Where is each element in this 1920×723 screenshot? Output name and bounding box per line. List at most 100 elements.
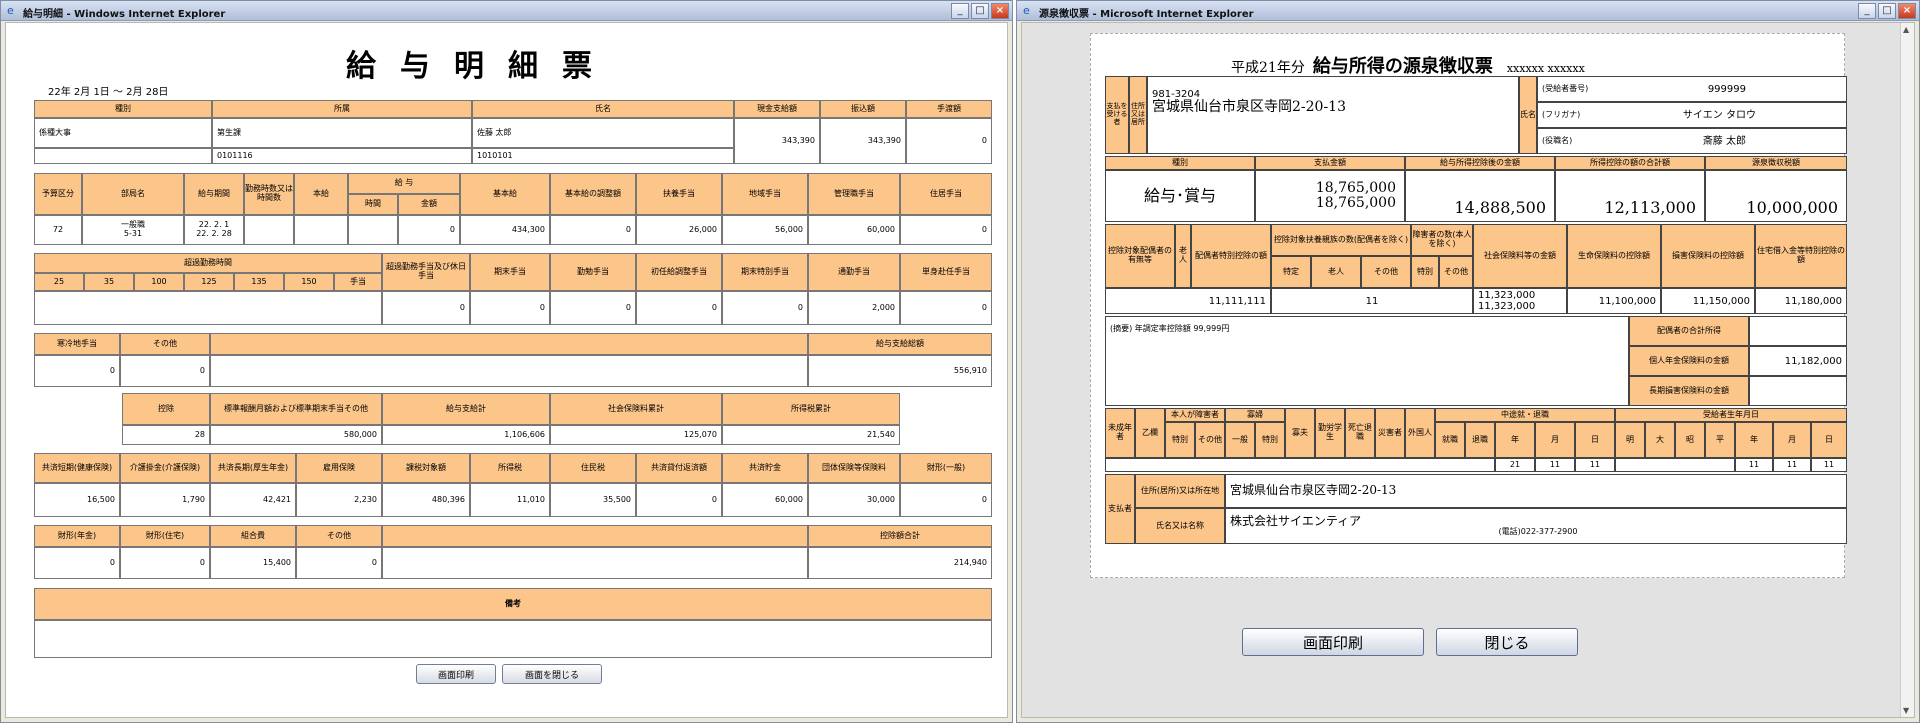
header-cell: 125 [184,273,234,291]
value-cell [210,355,808,387]
value-cell: 343,390 [734,118,820,164]
value-cell: 556,910 [808,355,992,387]
address-label: 住所又は居所 [1129,76,1147,154]
value-cell: 26,000 [636,215,722,245]
flag-sub-header: その他 [1195,422,1225,458]
print-button[interactable]: 画面印刷 [1242,628,1424,656]
remarks-header: 備考 [34,588,992,620]
value-cell: 1,790 [120,483,210,517]
flag-sub-header: 日 [1575,422,1615,458]
header-cell: 35 [84,273,134,291]
payee-address-box: 981-3204 宮城県仙台市泉区寺岡2-20-13 [1147,76,1519,154]
header-cell [382,525,808,547]
dep-header: 控除対象配偶者の有無等 [1105,224,1175,288]
value-cell [294,215,348,245]
header-cell: 控除 [122,393,210,425]
scroll-up-icon[interactable]: ▲ [1903,25,1909,34]
header-cell: 勤務時数又は時間数 [244,173,294,215]
amount-header: 種別 [1105,156,1255,170]
payer-phone: (電話)022-377-2900 [1498,527,1578,537]
form-name: 給与所得の源泉徴収票 [1312,56,1493,77]
header-cell: 社会保険料累計 [550,393,722,425]
header-cell: 勤勉手当 [550,253,636,291]
deduction-total: 12,113,000 [1555,170,1705,222]
value-cell: 0 [636,291,722,325]
value-cell: 56,000 [722,215,808,245]
dep-header: 社会保険料等の金額 [1473,224,1567,288]
dep-header: 障害者の数(本人を除く) [1411,224,1473,256]
flag-sub-header: 特別 [1255,422,1285,458]
flag-value: 11 [1773,458,1811,472]
maximize-button[interactable]: □ [1878,3,1896,19]
value-cell: 343,390 [820,118,906,164]
recipient-number-row: (受給者番号) 999999 [1537,76,1847,102]
earthquake-insurance-amount: 11,150,000 [1661,288,1755,314]
flag-value: 21 [1495,458,1535,472]
header-cell: 標準報酬月額および標準期末手当その他 [210,393,382,425]
vertical-scrollbar[interactable]: ▲ ▼ [1900,23,1914,717]
header-cell: 組合費 [210,525,296,547]
maximize-button[interactable]: □ [971,3,989,19]
header-cell: 超過勤務手当及び休日手当 [382,253,470,291]
flag-value: 11 [1535,458,1575,472]
header-cell: 150 [284,273,334,291]
flag-value [1615,458,1735,472]
header-cell: 25 [34,273,84,291]
social-insurance-box: 11,323,000 11,323,000 [1473,288,1567,314]
dep-header: 老人 [1175,224,1191,288]
close-screen-button[interactable]: 画面を閉じる [502,664,602,684]
header-cell [210,333,808,355]
header-cell: 給与支給総額 [808,333,992,355]
header-cell: 団体保険等保険料 [808,453,900,483]
flag-header: 寡夫 [1285,408,1315,458]
value-cell: 0 [636,483,722,517]
position-label: (役職名) [1542,135,1573,145]
value-cell: 2,000 [808,291,900,325]
minimize-button[interactable]: _ [951,3,969,19]
close-window-button[interactable]: × [991,3,1009,19]
header-cell: 金額 [398,194,460,215]
recipient-number-label: (受給者番号) [1542,83,1589,93]
value-cell: 0 [900,215,992,245]
header-cell: 氏名 [472,100,734,118]
value-cell [34,291,382,325]
value-cell: 434,300 [460,215,550,245]
minimize-button[interactable]: _ [1858,3,1876,19]
dep-header: 控除対象扶養親族の数(配偶者を除く) [1271,224,1411,256]
header-cell: 雇用保険 [296,453,382,483]
flag-sub-header: 年 [1735,422,1773,458]
scroll-down-icon[interactable]: ▼ [1903,706,1909,715]
header-cell: その他 [120,333,210,355]
value-cell: 0 [34,547,120,579]
print-button[interactable]: 画面印刷 [416,664,496,684]
life-insurance-amount: 11,100,000 [1567,288,1661,314]
flag-sub-header: 就職 [1435,422,1465,458]
flag-header: 死亡退職 [1345,408,1375,458]
pension-premium-value: 11,182,000 [1749,346,1847,376]
kana-name: サイエン タロウ [1682,109,1756,121]
remarks-field[interactable] [34,620,992,658]
header-cell: 期末手当 [470,253,550,291]
value-cell: 0 [34,355,120,387]
recipient-number: 999999 [1707,83,1746,95]
payer-address-label: 住所(居所)又は所在地 [1135,474,1225,508]
header-cell: その他 [296,525,382,547]
dep-sub-header: その他 [1361,256,1411,288]
flag-header: 寡婦 [1225,408,1285,422]
payslip-page: 給与明細票 22年 2月 1日 ～ 2月 28日 種別 所属 氏名 現金支給額 … [5,22,1008,718]
spouse-income-value [1749,316,1847,346]
dep-header: 住宅借入金等特別控除の額 [1755,224,1847,288]
close-button[interactable]: 閉じる [1436,628,1578,656]
kana-label: (フリガナ) [1542,109,1581,119]
value-cell: 35,500 [550,483,636,517]
social-insurance-amount-2: 11,323,000 [1478,301,1536,312]
flag-sub-header: 日 [1811,422,1847,458]
title-bar: e 給与明細 - Windows Internet Explorer _ □ × [1,1,1012,21]
value-cell: 第生課 [212,118,472,148]
value-cell: 60,000 [808,215,900,245]
header-cell: 時間 [348,194,398,215]
withholding-form: 平成21年分 給与所得の源泉徴収票 xxxxxx xxxxxx 支払を受ける者 住所… [1090,33,1847,578]
close-window-button[interactable]: × [1898,3,1916,19]
name-label: 氏名 [1519,76,1537,154]
dep-sub-header: 特別 [1411,256,1439,288]
